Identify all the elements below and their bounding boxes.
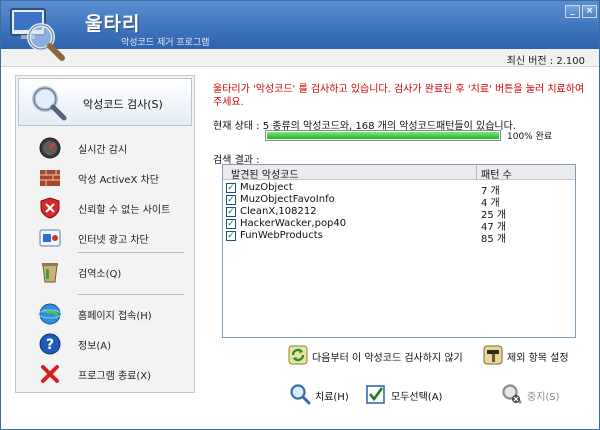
sidebar-item-exit[interactable]: 프로그램 종료(X) [16, 360, 194, 388]
sidebar-divider [78, 252, 184, 253]
ad-block-icon [39, 229, 61, 247]
app-title: 울타리 [85, 13, 141, 35]
app-subtitle: 악성코드 제거 프로그램 [121, 38, 210, 48]
table-header: 발견된 악성코드 패턴 수 [223, 165, 575, 181]
table-row[interactable]: ✓ FunWebProducts 85 개 [223, 230, 575, 245]
sidebar-item-label: 프로그램 종료(X) [78, 371, 152, 382]
sidebar-item-ad-block[interactable]: 인터넷 광고 차단 [16, 224, 194, 252]
sidebar-item-label: 검역소(Q) [78, 269, 122, 280]
treat-button[interactable]: 치료(H) [289, 383, 359, 407]
table-row[interactable]: ✓ CleanX,108212 25 개 [223, 206, 575, 221]
quarantine-bin-icon [42, 263, 58, 283]
malware-name: MuzObjectFavoInfo [240, 194, 335, 205]
sidebar: 악성코드 검사(S) 실시간 감시 악성 ActiveX 차단 신뢰할 수 없는… [15, 75, 195, 393]
sidebar-item-realtime[interactable]: 실시간 감시 [16, 134, 194, 162]
recycle-icon [288, 345, 308, 365]
brick-wall-icon [40, 170, 60, 186]
sidebar-item-homepage[interactable]: 홈페이지 접속(H) [16, 300, 194, 328]
minimize-button[interactable]: _ [565, 5, 580, 18]
stop-search-icon [502, 384, 522, 404]
version-bar: 최신 버전 : 2.100 [1, 49, 599, 67]
sidebar-item-untrusted-sites[interactable]: 신뢰할 수 없는 사이트 [16, 194, 194, 222]
row-checkbox[interactable]: ✓ [226, 195, 236, 205]
sidebar-item-label: 악성 ActiveX 차단 [78, 175, 159, 186]
svg-text:?: ? [46, 337, 54, 353]
row-checkbox[interactable]: ✓ [226, 219, 236, 229]
scan-progress-bar [265, 130, 501, 141]
table-row[interactable]: ✓ MuzObjectFavoInfo 4 개 [223, 194, 575, 209]
malware-name: MuzObject [240, 182, 293, 193]
sidebar-item-label: 홈페이지 접속(H) [78, 311, 152, 322]
sidebar-item-scan[interactable]: 악성코드 검사(S) [18, 78, 192, 126]
table-row[interactable]: ✓ HackerWacker,pop40 47 개 [223, 218, 575, 233]
sidebar-item-label: 신뢰할 수 없는 사이트 [78, 205, 171, 216]
exclude-settings-label: 제외 항목 설정 [507, 353, 569, 364]
results-table[interactable]: 발견된 악성코드 패턴 수 ✓ MuzObject 7 개 ✓ MuzObjec… [222, 164, 576, 338]
malware-name: CleanX,108212 [240, 206, 317, 217]
main-window: 울타리 악성코드 제거 프로그램 _ × 최신 버전 : 2.100 악성코드 … [0, 0, 600, 430]
skip-scan-button[interactable]: 다음부터 이 악성코드 검사하지 않기 [288, 345, 478, 367]
select-all-label: 모두선택(A) [391, 392, 443, 403]
column-divider[interactable] [476, 165, 477, 180]
magnifier-icon [290, 384, 311, 405]
close-button[interactable]: × [582, 5, 597, 18]
column-header-count[interactable]: 패턴 수 [481, 166, 512, 181]
sidebar-item-label: 실시간 감시 [78, 145, 128, 156]
table-row[interactable]: ✓ MuzObject 7 개 [223, 182, 575, 197]
title-bar[interactable]: 울타리 악성코드 제거 프로그램 _ × [1, 1, 599, 61]
progress-label: 100% 완료 [507, 132, 553, 142]
stop-button[interactable]: 중지(S) [501, 383, 571, 407]
red-x-icon [41, 365, 59, 383]
shield-x-icon [40, 197, 60, 219]
sidebar-item-info[interactable]: ? 정보(A) [16, 330, 194, 358]
version-text: 최신 버전 : 2.100 [506, 56, 585, 67]
row-checkbox[interactable]: ✓ [226, 207, 236, 217]
treat-label: 치료(H) [315, 392, 349, 403]
help-icon: ? [39, 333, 61, 355]
malware-name: HackerWacker,pop40 [240, 218, 347, 229]
column-header-name[interactable]: 발견된 악성코드 [231, 166, 299, 181]
skip-scan-label: 다음부터 이 악성코드 검사하지 않기 [312, 353, 463, 364]
gauge-icon [39, 137, 61, 159]
globe-icon [38, 303, 62, 325]
progress-fill [267, 132, 499, 139]
magnifier-icon [32, 86, 67, 121]
select-all-button[interactable]: 모두선택(A) [365, 383, 455, 407]
scan-status-message: 울타리가 '악성코드' 를 검사하고 있습니다. 검사가 완료된 후 '치료' … [213, 84, 585, 108]
sidebar-item-label: 인터넷 광고 차단 [78, 235, 149, 246]
row-checkbox[interactable]: ✓ [226, 183, 236, 193]
sidebar-item-activex[interactable]: 악성 ActiveX 차단 [16, 164, 194, 192]
stop-label: 중지(S) [527, 392, 560, 403]
window-controls: _ × [565, 5, 597, 18]
malware-name: FunWebProducts [240, 230, 323, 241]
tools-icon [483, 345, 503, 365]
exclude-settings-button[interactable]: 제외 항목 설정 [483, 345, 583, 367]
sidebar-divider [78, 294, 184, 295]
checkbox-checked-icon [366, 385, 385, 404]
magnifier-logo-icon [10, 8, 65, 61]
sidebar-item-quarantine[interactable]: 검역소(Q) [16, 258, 194, 286]
sidebar-item-label: 정보(A) [78, 341, 112, 352]
pattern-count: 85 개 [481, 234, 507, 245]
row-checkbox[interactable]: ✓ [226, 231, 236, 241]
sidebar-item-label: 악성코드 검사(S) [83, 98, 163, 111]
